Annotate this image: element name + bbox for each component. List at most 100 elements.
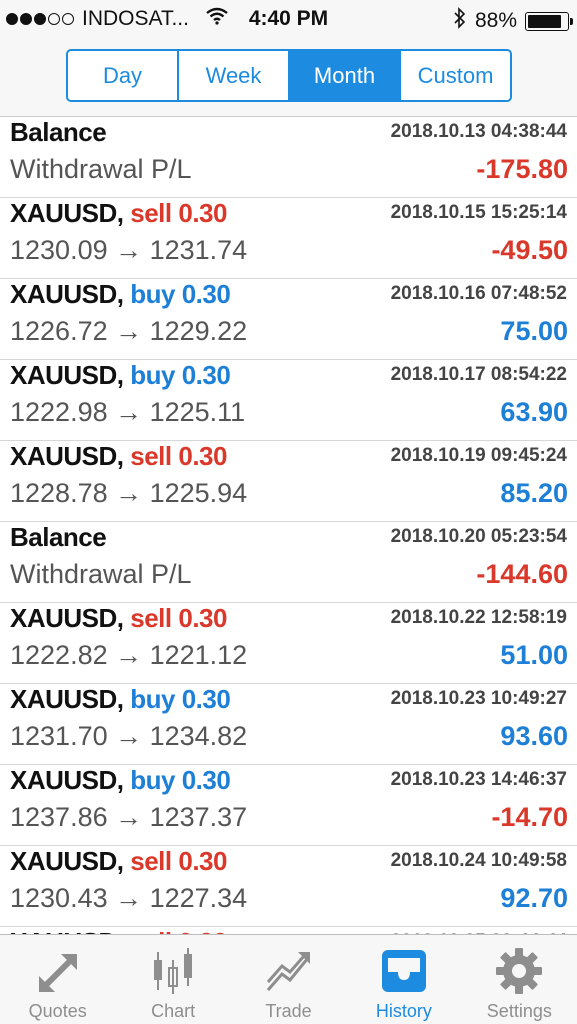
row-side: sell [130,441,172,471]
history-inbox-icon [376,943,432,999]
history-row[interactable]: XAUUSD, sell 0.30 1222.82 → 1221.12 2018.1… [0,603,577,684]
history-row[interactable]: Balance Withdrawal P/L 2018.10.13 04:38:44… [0,117,577,198]
row-side: buy [130,684,175,714]
tab-chart[interactable]: Chart [115,935,230,1024]
row-symbol: XAUUSD, [10,684,124,714]
row-title-line: Balance [10,117,107,148]
row-time: 2018.10.16 07:48:52 [390,283,567,304]
battery-icon [525,11,573,31]
tab-week[interactable]: Week [179,51,290,100]
row-detail: Withdrawal P/L [10,559,192,589]
row-title-line: XAUUSD, sell 0.30 [10,441,227,472]
row-volume: 0.30 [178,603,227,633]
tab-history-label: History [375,1001,432,1021]
tab-month[interactable]: Month [290,51,401,100]
tab-history[interactable]: History [346,935,461,1024]
history-row[interactable]: XAUUSD, sell 0.302018.10.25 09:44:44 [0,927,577,934]
candlestick-chart-icon [145,943,201,999]
tab-trade-label: Trade [265,1001,312,1021]
row-title-line: XAUUSD, sell 0.30 [10,846,227,877]
row-symbol: XAUUSD, [10,603,124,633]
row-time: 2018.10.24 10:49:58 [390,850,567,871]
row-side: buy [130,765,175,795]
history-row[interactable]: XAUUSD, buy 0.30 1237.86 → 1237.37 2018.10… [0,765,577,846]
battery-group: 88% [453,7,573,35]
tab-quotes-label: Quotes [28,1001,87,1021]
history-row[interactable]: XAUUSD, buy 0.30 1231.70 → 1234.82 2018.10… [0,684,577,765]
history-row[interactable]: XAUUSD, buy 0.30 1226.72 → 1229.22 2018.10… [0,279,577,360]
period-selector: Day Week Month Custom [66,49,512,102]
row-volume: 0.30 [181,684,231,714]
tab-day[interactable]: Day [68,51,179,100]
row-time: 2018.10.15 15:25:14 [390,202,567,223]
row-symbol: XAUUSD, [10,765,124,795]
row-detail: 1237.86 → 1237.37 [10,802,248,832]
row-symbol: XAUUSD, [10,441,124,471]
row-symbol: XAUUSD, [10,279,124,309]
history-row[interactable]: XAUUSD, sell 0.30 1230.09 → 1231.74 2018.1… [0,198,577,279]
tab-trade[interactable]: Trade [231,935,346,1024]
row-detail: 1222.98 → 1225.11 [10,397,246,427]
history-row[interactable]: XAUUSD, sell 0.30 1228.78 → 1225.94 2018.1… [0,441,577,522]
row-title-line: XAUUSD, buy 0.30 [10,279,231,310]
row-title-line: XAUUSD, sell 0.30 [10,927,227,934]
row-volume: 0.30 [178,198,227,228]
row-detail: 1226.72 → 1229.22 [10,316,248,346]
row-detail: 1230.09 → 1231.74 [10,235,248,265]
tab-bar: Quotes Chart Trade History Settings [0,934,577,1024]
status-bar: INDOSAT... 4:40 PM 88% [0,0,577,38]
row-profit: -144.60 [476,559,568,589]
row-title-line: XAUUSD, buy 0.30 [10,684,231,715]
trade-trend-icon [261,943,317,999]
row-volume: 0.30 [178,846,227,876]
row-symbol: XAUUSD, [10,927,124,934]
row-profit: -49.50 [491,235,568,265]
battery-percent: 88% [474,9,517,32]
row-side: sell [130,603,172,633]
row-volume: 0.30 [181,360,231,390]
row-title-line: XAUUSD, buy 0.30 [10,360,231,391]
row-side: buy [130,279,175,309]
row-volume: 0.30 [181,765,231,795]
row-title-line: XAUUSD, buy 0.30 [10,765,231,796]
bluetooth-icon [453,7,467,35]
tab-chart-label: Chart [151,1001,196,1021]
row-profit: 63.90 [500,397,568,427]
tab-quotes[interactable]: Quotes [0,935,115,1024]
row-detail: 1228.78 → 1225.94 [10,478,248,508]
row-detail: 1230.43 → 1227.34 [10,883,248,913]
row-profit: 85.20 [500,478,568,508]
row-side: sell [130,927,172,934]
row-profit: -14.70 [491,802,568,832]
row-profit: 92.70 [500,883,568,913]
row-symbol: XAUUSD, [10,360,124,390]
row-volume: 0.30 [178,927,227,934]
row-detail: 1222.82 → 1221.12 [10,640,248,670]
row-symbol: XAUUSD, [10,198,124,228]
row-volume: 0.30 [178,441,227,471]
tab-custom[interactable]: Custom [401,51,510,100]
history-row[interactable]: XAUUSD, buy 0.30 1222.98 → 1225.11 2018.10… [0,360,577,441]
row-time: 2018.10.19 09:45:24 [390,445,567,466]
row-detail: Withdrawal P/L [10,154,192,184]
row-profit: -175.80 [476,154,568,184]
row-side: sell [130,198,172,228]
row-time: 2018.10.13 04:38:44 [390,121,567,142]
row-title-line: XAUUSD, sell 0.30 [10,603,227,634]
row-time: 2018.10.23 10:49:27 [390,688,567,709]
row-detail: 1231.70 → 1234.82 [10,721,248,751]
row-profit: 75.00 [500,316,568,346]
history-list[interactable]: Balance Withdrawal P/L 2018.10.13 04:38:44… [0,116,577,934]
row-title-line: Balance [10,522,107,553]
row-time: 2018.10.20 05:23:54 [390,526,567,547]
row-time: 2018.10.22 12:58:19 [390,607,567,628]
row-volume: 0.30 [181,279,231,309]
row-title-line: XAUUSD, sell 0.30 [10,198,227,229]
history-row[interactable]: Balance Withdrawal P/L 2018.10.20 05:23:54… [0,522,577,603]
history-row[interactable]: XAUUSD, sell 0.30 1230.43 → 1227.34 2018.1… [0,846,577,927]
tab-settings[interactable]: Settings [462,935,577,1024]
row-profit: 51.00 [500,640,568,670]
gear-icon [491,943,547,999]
quotes-arrows-icon [30,943,86,999]
row-side: buy [130,360,175,390]
